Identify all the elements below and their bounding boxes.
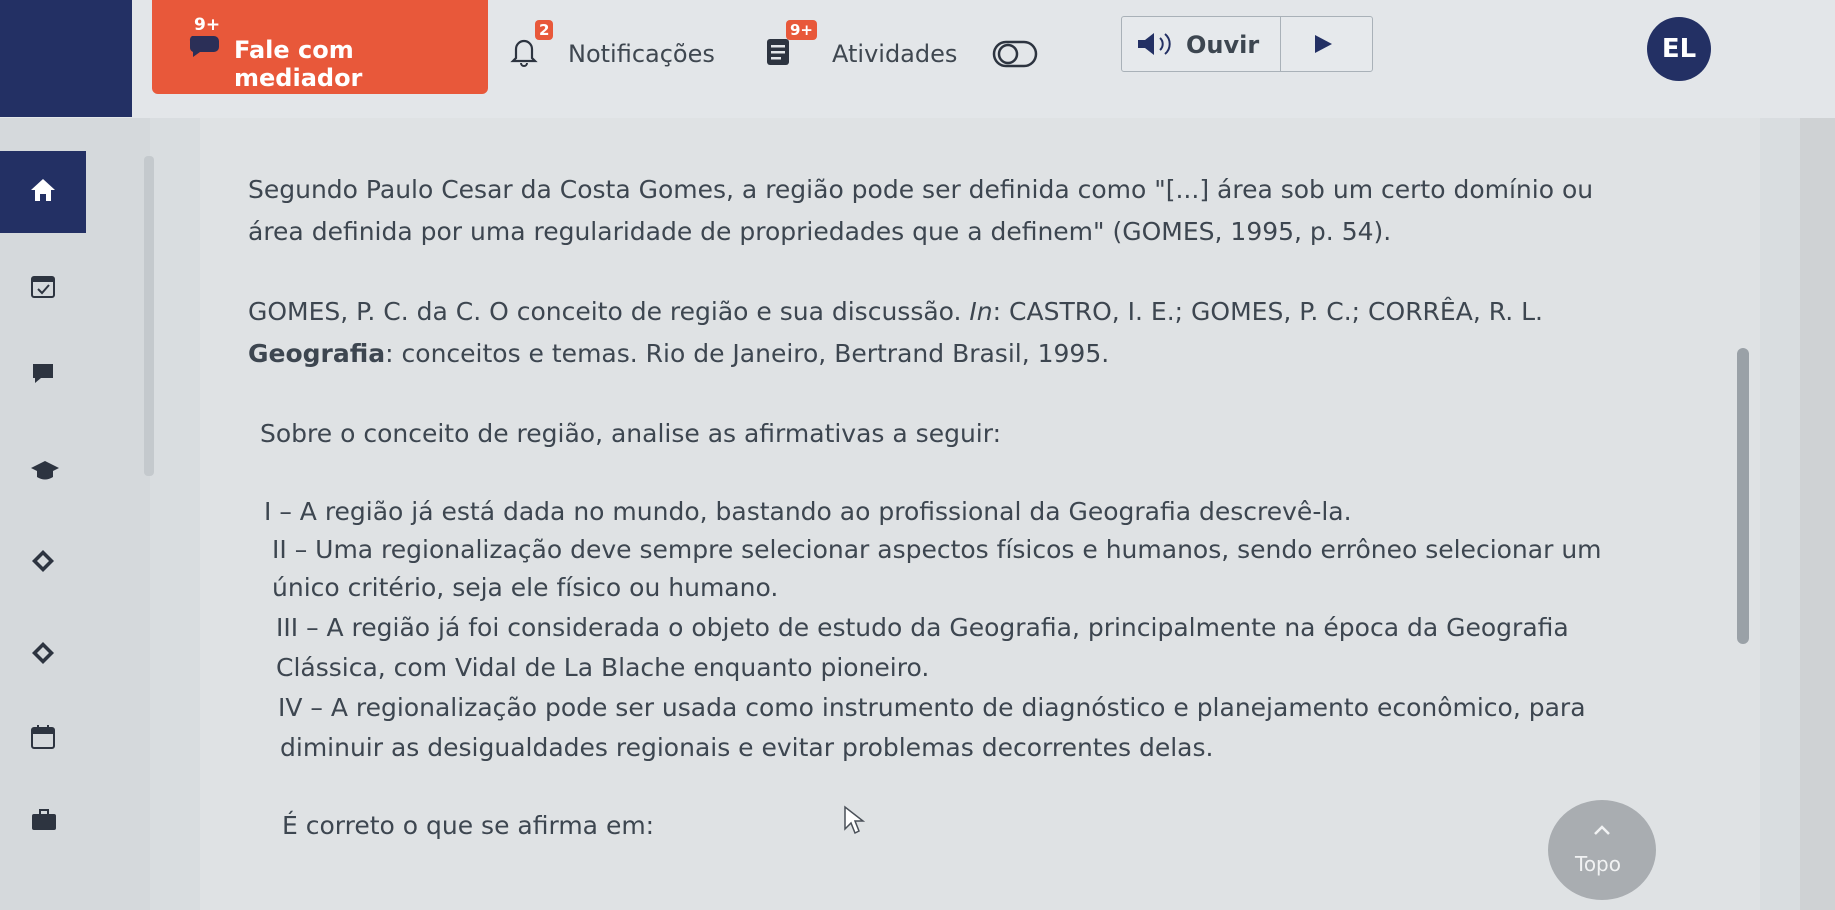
- brand-block: [0, 0, 132, 117]
- graduation-cap-icon[interactable]: [30, 458, 60, 486]
- chat-bubble-icon: [188, 32, 222, 64]
- statement-3-line-2: Clássica, com Vidal de La Blache enquant…: [276, 653, 930, 682]
- statement-2-line-1: II – Uma regionalização deve sempre sele…: [272, 535, 1602, 564]
- question-content: Segundo Paulo Cesar da Costa Gomes, a re…: [200, 118, 1760, 910]
- reference-book-rest: : conceitos e temas. Rio de Janeiro, Ber…: [385, 339, 1110, 368]
- talk-to-mediator-button[interactable]: 9+ Fale com mediador: [152, 0, 488, 94]
- listen-player[interactable]: Ouvir: [1121, 16, 1373, 72]
- notifications-badge: 2: [535, 20, 554, 40]
- bell-icon: [508, 36, 540, 74]
- sidebar: [0, 118, 154, 910]
- question-prompt: É correto o que se afirma em:: [282, 811, 655, 840]
- briefcase-icon[interactable]: [30, 808, 58, 836]
- statement-2-line-2: único critério, seja ele físico ou human…: [272, 573, 779, 602]
- statement-4-line-2: diminuir as desigualdades regionais e ev…: [280, 733, 1214, 762]
- mediator-label: Fale com mediador: [234, 36, 363, 92]
- statement-4-line-1: IV – A regionalização pode ser usada com…: [278, 693, 1586, 722]
- statement-1: I – A região já está dada no mundo, bast…: [264, 497, 1352, 526]
- diamond-icon[interactable]: [30, 640, 56, 670]
- back-to-top-button[interactable]: Topo: [1548, 800, 1656, 900]
- speaker-icon: [1136, 31, 1176, 61]
- listen-label: Ouvir: [1186, 31, 1260, 59]
- chevron-up-icon: [1592, 818, 1612, 842]
- listen-divider: [1280, 17, 1281, 71]
- analysis-prompt: Sobre o conceito de região, analise as a…: [260, 419, 1001, 448]
- statement-3-line-1: III – A região já foi considerada o obje…: [276, 613, 1569, 642]
- scrollbar[interactable]: [1737, 348, 1749, 644]
- reference-line-1: GOMES, P. C. da C. O conceito de região …: [248, 292, 1543, 332]
- mouse-pointer-icon: [843, 805, 866, 839]
- reference-book-title: Geografia: [248, 339, 386, 368]
- notifications-label: Notificações: [568, 40, 715, 68]
- home-icon: [29, 177, 57, 207]
- diamond-icon[interactable]: [30, 548, 56, 578]
- right-edge: [1800, 118, 1835, 910]
- activities-label: Atividades: [832, 40, 958, 68]
- contrast-toggle-icon[interactable]: [992, 40, 1038, 72]
- user-avatar[interactable]: EL: [1647, 17, 1711, 81]
- sidebar-rail: [144, 156, 154, 476]
- back-to-top-label: Topo: [1575, 852, 1621, 876]
- reference-line-2: Geografia: conceitos e temas. Rio de Jan…: [248, 334, 1109, 374]
- calendar-icon[interactable]: [30, 724, 56, 754]
- top-bar: 9+ Fale com mediador 2 Notificações 9+ A…: [0, 0, 1835, 118]
- activities-badge: 9+: [786, 20, 818, 40]
- play-icon[interactable]: [1312, 33, 1334, 59]
- reference-in: In: [969, 297, 993, 326]
- reference-text-cont: : CASTRO, I. E.; GOMES, P. C.; CORRÊA, R…: [992, 297, 1543, 326]
- intro-text-line-2: área definida por uma regularidade de pr…: [248, 217, 1392, 246]
- sidebar-item-home[interactable]: [0, 151, 86, 233]
- checklist-icon: [764, 36, 792, 74]
- intro-text-line-1: Segundo Paulo Cesar da Costa Gomes, a re…: [248, 175, 1594, 204]
- calendar-check-icon[interactable]: [30, 273, 56, 303]
- chat-icon[interactable]: [30, 361, 56, 389]
- reference-text: GOMES, P. C. da C. O conceito de região …: [248, 297, 970, 326]
- mediator-badge: 9+: [194, 15, 221, 35]
